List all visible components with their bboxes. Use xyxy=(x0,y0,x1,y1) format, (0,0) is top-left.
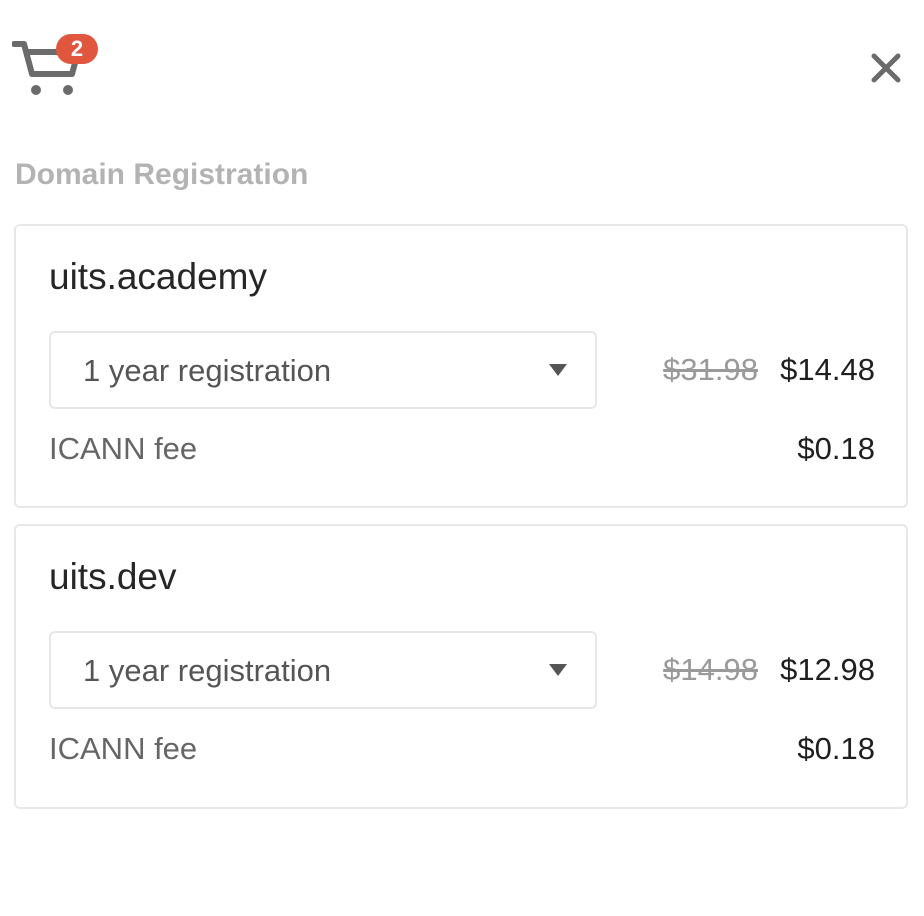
domain-card: uits.dev 1 year registration $14.98 $12.… xyxy=(14,524,908,809)
close-icon[interactable] xyxy=(866,48,906,88)
domain-name: uits.academy xyxy=(49,256,267,297)
domain-name: uits.dev xyxy=(49,556,177,597)
fee-price: $0.18 xyxy=(797,731,875,766)
cart-count-badge: 2 xyxy=(56,34,98,64)
sale-price: $14.48 xyxy=(780,352,875,387)
section-title: Domain Registration xyxy=(15,158,309,191)
registration-term-select[interactable]: 1 year registration xyxy=(49,631,597,709)
original-price: $31.98 xyxy=(663,352,758,387)
select-value: 1 year registration xyxy=(83,353,332,388)
dropdown-arrow-icon xyxy=(549,664,567,676)
dropdown-arrow-icon xyxy=(549,364,567,376)
fee-price: $0.18 xyxy=(797,431,875,466)
cart-button[interactable]: 2 xyxy=(12,34,104,98)
sale-price: $12.98 xyxy=(780,652,875,687)
original-price: $14.98 xyxy=(663,652,758,687)
registration-term-select[interactable]: 1 year registration xyxy=(49,331,597,409)
cart-header: 2 xyxy=(0,0,924,120)
domain-card: uits.academy 1 year registration $31.98 … xyxy=(14,224,908,508)
select-value: 1 year registration xyxy=(83,653,332,688)
fee-label: ICANN fee xyxy=(49,431,198,466)
fee-label: ICANN fee xyxy=(49,731,198,766)
